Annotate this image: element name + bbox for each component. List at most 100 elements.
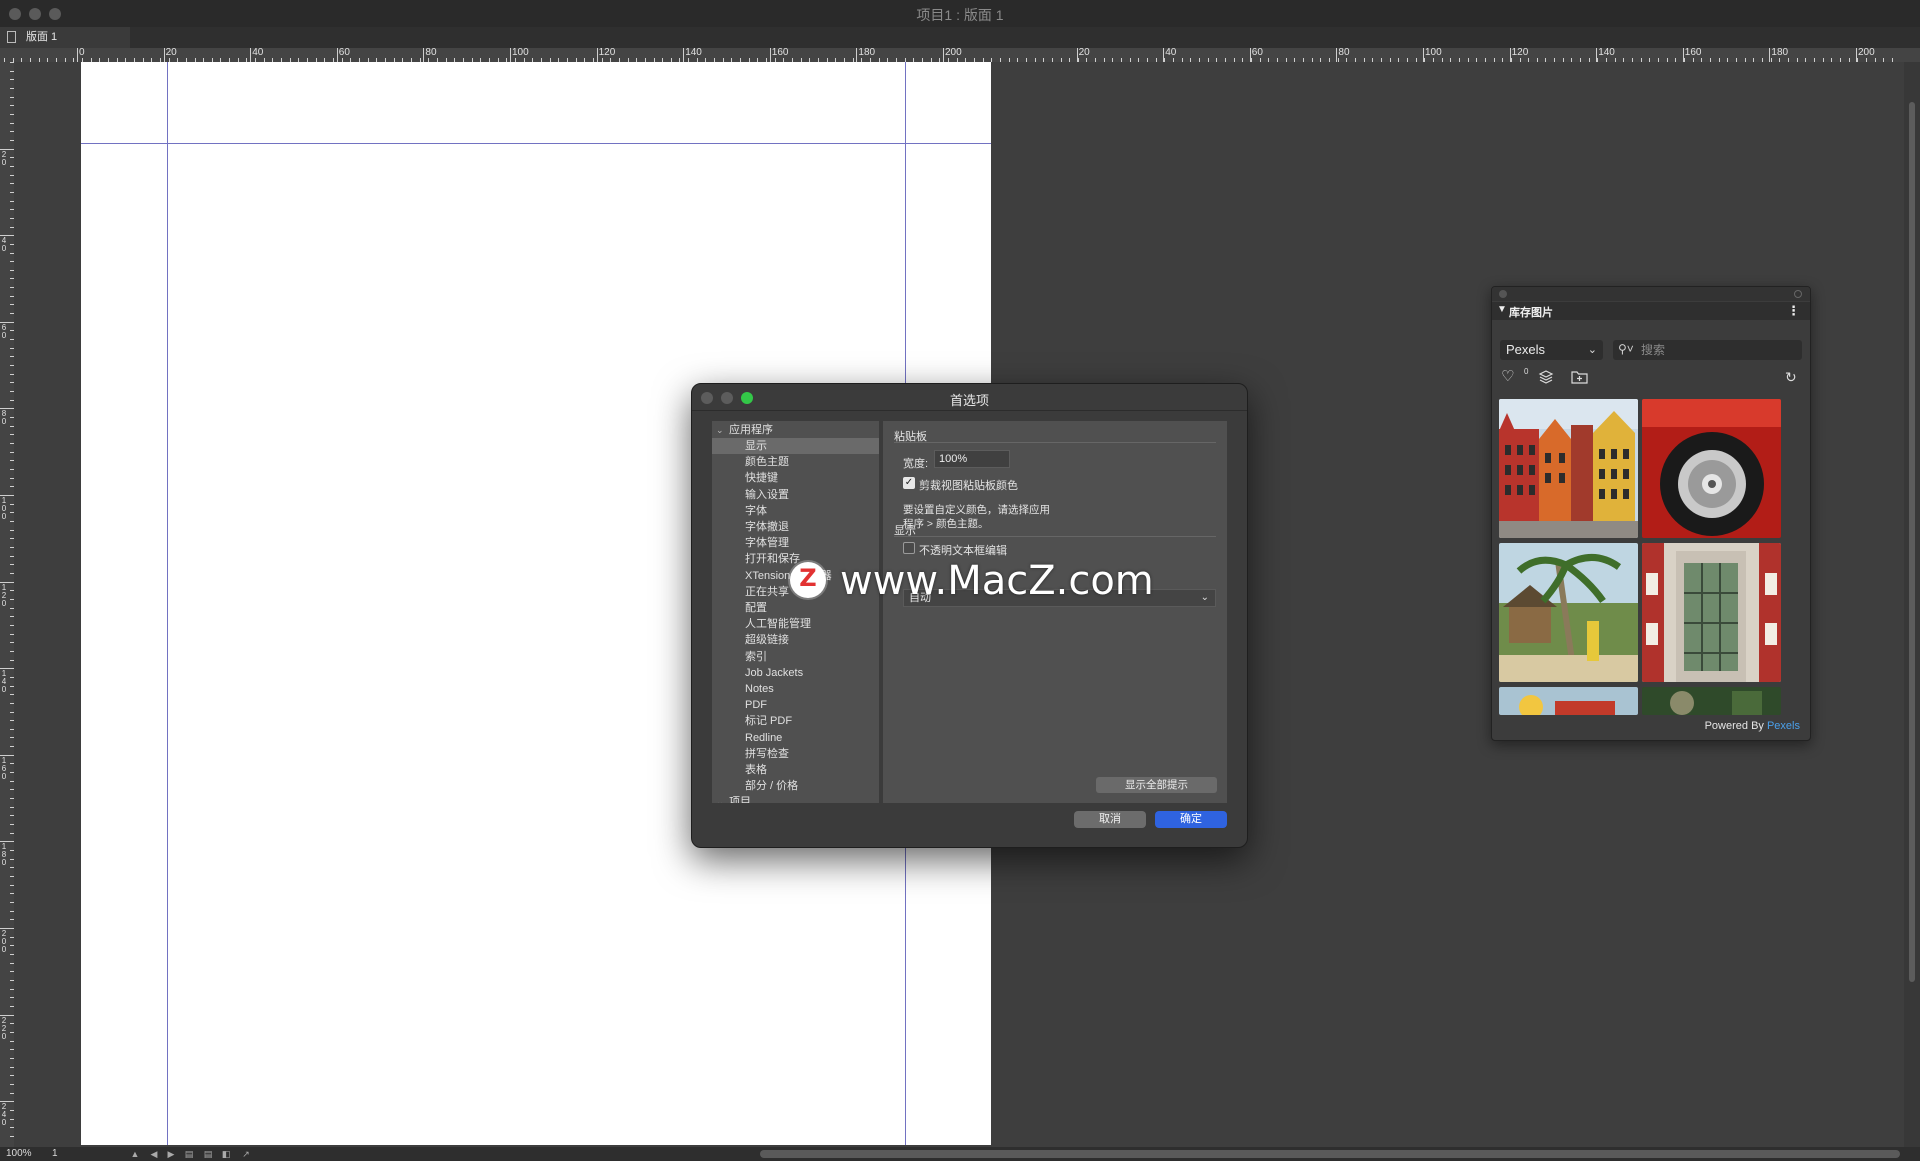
horizontal-ruler[interactable]: 0 20 40 60 80 100 120 140 160 180 200 20 40 60 80 100 12…	[0, 48, 1920, 62]
nav-item[interactable]: Redline	[712, 730, 879, 746]
stock-thumb-red-car[interactable]	[1642, 399, 1781, 538]
ruler-minor-tick	[1199, 58, 1200, 62]
nav-item[interactable]: 部分 / 价格	[712, 778, 879, 794]
image-source-select[interactable]: Pexels ⌄	[1500, 340, 1603, 360]
ruler-minor-tick	[1208, 58, 1209, 62]
ruler-major-tick	[423, 48, 425, 62]
search-icon[interactable]: ⚲˅	[1618, 342, 1634, 356]
stock-thumb-partial-2[interactable]	[1642, 687, 1781, 715]
ruler-tick-label: 180	[1, 842, 7, 868]
zoom-field[interactable]: 100%	[6, 1147, 32, 1161]
stock-thumb-buildings[interactable]	[1499, 399, 1638, 538]
ok-button[interactable]: 确定	[1155, 811, 1227, 828]
ruler-minor-tick	[10, 729, 14, 730]
nav-item[interactable]: 显示	[712, 438, 879, 454]
nav-item[interactable]: PDF	[712, 697, 879, 713]
nav-item[interactable]: 表格	[712, 762, 879, 778]
vertical-ruler[interactable]: 20 40 60 80 100 120 140 160 180 200 220 240	[0, 62, 14, 1147]
ruler-minor-tick	[1320, 58, 1321, 62]
ruler-minor-tick	[10, 469, 14, 470]
stock-thumb-building-facade[interactable]	[1642, 543, 1781, 682]
ruler-minor-tick	[10, 530, 14, 531]
ruler-minor-tick	[1658, 58, 1659, 62]
ruler-minor-tick	[10, 261, 14, 262]
view-mode-icon-1[interactable]: ▤	[184, 1149, 194, 1159]
ruler-minor-tick	[1138, 58, 1139, 62]
refresh-icon[interactable]: ↻	[1785, 369, 1797, 385]
nav-item[interactable]: 字体撤退	[712, 519, 879, 535]
nav-item[interactable]: 标记 PDF	[712, 713, 879, 729]
nav-item[interactable]: 字体管理	[712, 535, 879, 551]
ruler-tick-label: 40	[1, 236, 7, 254]
ruler-minor-tick	[1502, 58, 1503, 62]
nav-item[interactable]: 超级链接	[712, 632, 879, 648]
preferences-title-bar: 首选项	[692, 384, 1247, 411]
show-all-tips-button[interactable]: 显示全部提示	[1096, 777, 1217, 793]
ruler-minor-tick	[10, 348, 14, 349]
layout-tab[interactable]: 版面 1	[0, 27, 130, 48]
ruler-minor-tick	[1086, 58, 1087, 62]
ruler-minor-tick	[10, 945, 14, 946]
nav-section-application[interactable]: ⌄ 应用程序	[712, 423, 879, 438]
nav-item[interactable]: Notes	[712, 681, 879, 697]
opaque-text-box-label: 不透明文本框编辑	[919, 545, 1007, 557]
ruler-minor-tick	[10, 937, 14, 938]
ruler-tick-label: 80	[1, 409, 7, 427]
nav-item[interactable]: 人工智能管理	[712, 616, 879, 632]
nav-item-label: 显示	[745, 440, 767, 452]
page-menu-icon[interactable]: ▲	[130, 1149, 140, 1159]
ruler-minor-tick	[10, 227, 14, 228]
ruler-minor-tick	[10, 426, 14, 427]
nav-item[interactable]: 索引	[712, 649, 879, 665]
ruler-minor-tick	[1857, 58, 1858, 62]
stock-panel-header[interactable]: ▼ 库存图片 ⋮	[1492, 302, 1810, 320]
ruler-minor-tick	[10, 71, 14, 72]
ruler-minor-tick	[1303, 58, 1304, 62]
more-options-icon[interactable]: ⋮	[1787, 303, 1800, 319]
ruler-minor-tick	[10, 322, 14, 323]
nav-item[interactable]: 快捷键	[712, 470, 879, 486]
nav-section-project[interactable]: ⌄ 项目	[712, 795, 879, 803]
nav-item[interactable]: Job Jackets	[712, 665, 879, 681]
collapse-triangle-icon[interactable]: ▼	[1497, 304, 1507, 315]
ruler-major-tick	[683, 48, 685, 62]
ruler-minor-tick	[1294, 58, 1295, 62]
horizontal-scroll-thumb[interactable]	[760, 1150, 1900, 1158]
view-mode-icon-2[interactable]: ▤	[203, 1149, 213, 1159]
export-icon[interactable]: ↗	[241, 1149, 251, 1159]
opaque-text-box-checkbox[interactable]	[903, 542, 915, 554]
next-page-icon[interactable]: ▶	[166, 1149, 176, 1159]
ruler-minor-tick	[10, 694, 14, 695]
stock-thumb-partial-1[interactable]	[1499, 687, 1638, 715]
cancel-button[interactable]: 取消	[1074, 811, 1146, 828]
vertical-scroll-thumb[interactable]	[1909, 102, 1915, 982]
ruler-tick-label: 120	[1, 582, 7, 608]
previous-page-icon[interactable]: ◀	[149, 1149, 159, 1159]
ruler-minor-tick	[1849, 58, 1850, 62]
nav-item[interactable]: 字体	[712, 503, 879, 519]
add-folder-icon[interactable]	[1571, 369, 1588, 389]
stock-thumb-palm-beach[interactable]	[1499, 543, 1638, 682]
vertical-scrollbar[interactable]	[1904, 62, 1920, 1147]
view-mode-icon-3[interactable]: ◧	[221, 1149, 231, 1159]
pexels-link[interactable]: Pexels	[1767, 720, 1800, 732]
clip-pasteboard-checkbox[interactable]: ✓	[903, 477, 915, 489]
nav-item[interactable]: 颜色主题	[712, 454, 879, 470]
ruler-minor-tick	[1762, 58, 1763, 62]
width-field[interactable]	[934, 450, 1010, 468]
favorites-heart-icon[interactable]: ♡	[1501, 369, 1514, 385]
page-number-field[interactable]: 1	[52, 1147, 58, 1161]
panel-drag-bar[interactable]	[1492, 287, 1810, 301]
layers-icon[interactable]	[1538, 369, 1554, 389]
panel-close-button[interactable]	[1499, 290, 1507, 298]
nav-item[interactable]: 拼写检查	[712, 746, 879, 762]
stock-search-input[interactable]	[1641, 342, 1791, 358]
ruler-minor-tick	[1078, 58, 1079, 62]
ruler-minor-tick	[1771, 58, 1772, 62]
nav-item[interactable]: 输入设置	[712, 487, 879, 503]
ruler-minor-tick	[1190, 58, 1191, 62]
panel-collapse-button[interactable]	[1794, 290, 1802, 298]
ruler-minor-tick	[10, 919, 14, 920]
stock-search-box[interactable]: ⚲˅	[1613, 340, 1802, 360]
ruler-minor-tick	[10, 686, 14, 687]
